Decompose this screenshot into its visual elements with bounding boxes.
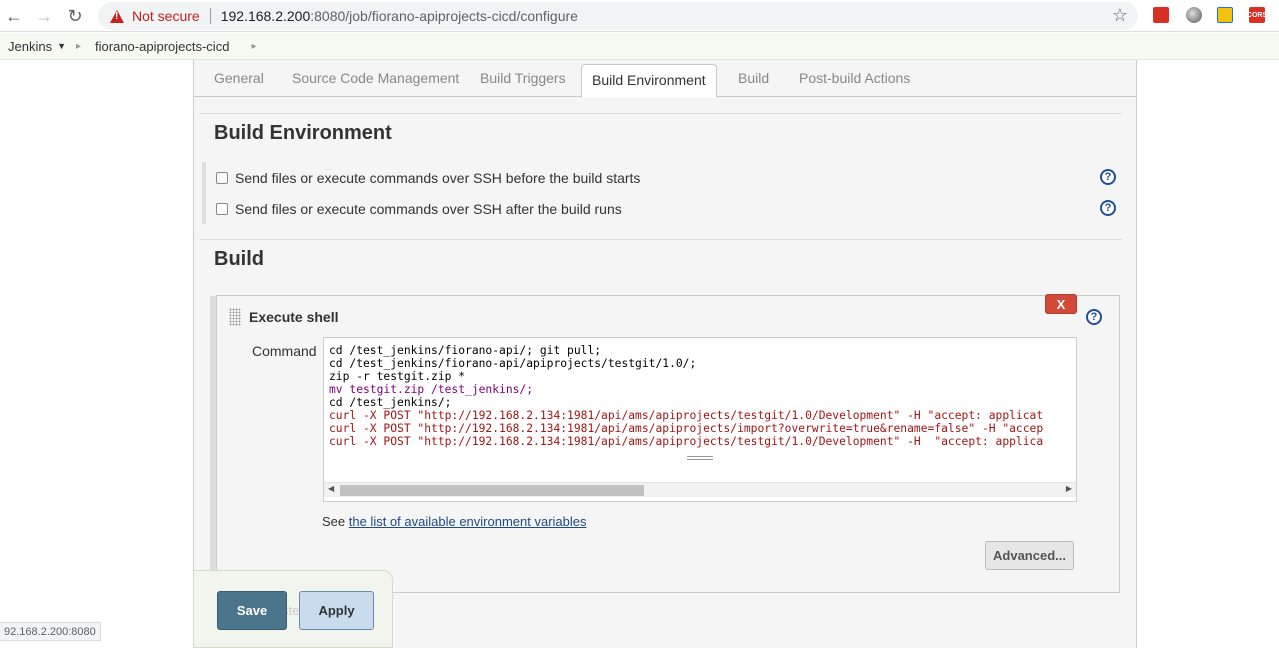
tab-source-code-management[interactable]: Source Code Management: [292, 70, 459, 86]
command-line: cd /test_jenkins/fiorano-api/apiprojects…: [329, 357, 697, 370]
extension-circle-icon[interactable]: [1186, 7, 1202, 23]
ssh-after-label: Send files or execute commands over SSH …: [235, 201, 622, 217]
tab-build[interactable]: Build: [738, 70, 769, 86]
caret-down-icon[interactable]: ▼: [57, 41, 66, 51]
extension-norton-icon[interactable]: [1217, 7, 1233, 23]
apply-button[interactable]: Apply: [299, 591, 374, 630]
build-title: Build: [214, 248, 264, 270]
env-variables-link[interactable]: the list of available environment variab…: [349, 514, 587, 529]
not-secure-label: Not secure: [132, 8, 200, 24]
breadcrumb-jenkins[interactable]: Jenkins ▼: [8, 39, 66, 54]
command-line: zip -r testgit.zip *: [329, 370, 466, 383]
reload-icon[interactable]: ↻: [63, 4, 87, 28]
textarea-resize-grip[interactable]: [687, 456, 713, 460]
horizontal-scrollbar[interactable]: ◀ ▶: [324, 482, 1076, 497]
config-tabs: General Source Code Management Build Tri…: [194, 60, 1136, 98]
ssh-before-checkbox[interactable]: [216, 172, 228, 184]
build-environment-title: Build Environment: [214, 122, 392, 144]
config-panel: General Source Code Management Build Tri…: [193, 60, 1137, 648]
ssh-after-checkbox[interactable]: [216, 203, 228, 215]
env-prefix: See: [322, 514, 349, 529]
back-arrow-icon[interactable]: ←: [2, 4, 26, 28]
breadcrumb-jenkins-label: Jenkins: [8, 38, 53, 54]
warning-icon: [110, 9, 124, 23]
drag-handle-icon[interactable]: [229, 308, 241, 326]
extension-cors-icon[interactable]: CORS: [1247, 7, 1267, 23]
url-host: 192.168.2.200: [220, 8, 311, 24]
tab-general[interactable]: General: [214, 70, 264, 86]
tab-build-environment[interactable]: Build Environment: [581, 64, 717, 98]
command-line: mv testgit.zip /test_jenkins/;: [329, 383, 534, 396]
omnibox-separator: [209, 8, 211, 24]
tab-post-build-actions[interactable]: Post-build Actions: [799, 70, 910, 86]
bottom-sticky-bar: ste Save Apply: [193, 570, 393, 648]
breadcrumb-separator-icon: ▸: [251, 40, 257, 52]
command-line: curl -X POST "http://192.168.2.134:1981/…: [329, 422, 1044, 435]
help-icon[interactable]: ?: [1100, 169, 1116, 185]
breadcrumb: Jenkins ▼ ▸ fiorano-apiprojects-cicd ▸: [0, 33, 1279, 60]
command-line: cd /test_jenkins/fiorano-api/; git pull;: [329, 344, 602, 357]
breadcrumb-separator-icon: ▸: [76, 40, 82, 52]
forward-arrow-icon[interactable]: →: [32, 4, 56, 28]
delete-step-button[interactable]: X: [1045, 294, 1077, 314]
save-button[interactable]: Save: [217, 591, 287, 630]
ssh-after-option[interactable]: Send files or execute commands over SSH …: [216, 201, 622, 217]
status-bar-url: 92.168.2.200:8080: [0, 622, 101, 641]
execute-shell-title: Execute shell: [249, 309, 339, 325]
command-line: curl -X POST "http://192.168.2.134:1981/…: [329, 409, 1044, 422]
help-icon[interactable]: ?: [1100, 200, 1116, 216]
options-indent-bar: [202, 162, 206, 224]
bookmark-star-icon[interactable]: ☆: [1112, 5, 1128, 26]
url-path: :8080/job/fiorano-apiprojects-cicd/confi…: [310, 8, 578, 24]
env-variables-text: See the list of available environment va…: [322, 514, 587, 529]
help-icon[interactable]: ?: [1086, 309, 1102, 325]
command-label: Command: [252, 343, 317, 359]
execute-shell-step: Execute shell X Command cd /test_jenkins…: [216, 294, 1120, 593]
advanced-button[interactable]: Advanced...: [985, 541, 1074, 570]
section-divider: [199, 239, 1122, 240]
section-divider: [199, 113, 1122, 114]
ssh-before-option[interactable]: Send files or execute commands over SSH …: [216, 170, 640, 186]
tab-build-triggers[interactable]: Build Triggers: [480, 70, 566, 86]
address-bar[interactable]: Not secure 192.168.2.200:8080/job/fioran…: [98, 2, 1138, 30]
browser-toolbar: ← → ↻ Not secure 192.168.2.200:8080/job/…: [0, 0, 1279, 32]
scroll-left-icon[interactable]: ◀: [328, 484, 334, 493]
command-line: cd /test_jenkins/;: [329, 396, 452, 409]
scroll-right-icon[interactable]: ▶: [1066, 484, 1072, 493]
breadcrumb-job[interactable]: fiorano-apiprojects-cicd: [95, 39, 229, 54]
command-code: cd /test_jenkins/fiorano-api/; git pull;…: [329, 344, 1043, 448]
extension-bookmark-icon[interactable]: [1153, 7, 1169, 23]
command-textarea[interactable]: cd /test_jenkins/fiorano-api/; git pull;…: [323, 337, 1077, 502]
command-line: curl -X POST "http://192.168.2.134:1981/…: [329, 435, 1044, 448]
scrollbar-thumb[interactable]: [340, 485, 644, 496]
ssh-before-label: Send files or execute commands over SSH …: [235, 170, 641, 186]
